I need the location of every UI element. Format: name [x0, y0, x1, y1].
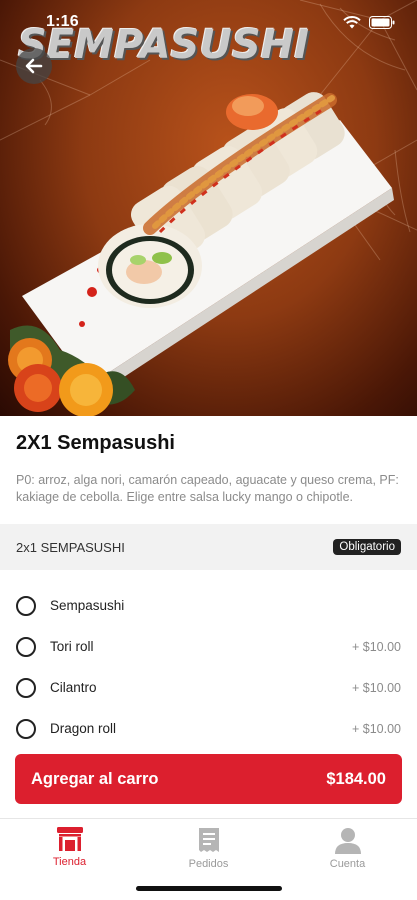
- hero-image: 1:16 SEMPASUSHI: [0, 0, 417, 416]
- receipt-icon: [198, 828, 219, 852]
- bottom-tab-bar: Tienda Pedidos Cuenta: [0, 826, 417, 878]
- option-sempasushi[interactable]: Sempasushi: [0, 585, 417, 626]
- divider: [0, 818, 417, 819]
- option-dragon-roll[interactable]: Dragon roll + $10.00: [0, 708, 417, 749]
- radio-button[interactable]: [16, 718, 36, 739]
- option-label: Tori roll: [50, 639, 94, 654]
- tab-label: Pedidos: [188, 858, 229, 870]
- required-badge: Obligatorio: [333, 539, 401, 555]
- back-button[interactable]: [16, 48, 52, 84]
- option-cilantro[interactable]: Cilantro + $10.00: [0, 667, 417, 708]
- radio-button[interactable]: [16, 677, 36, 698]
- option-list: Sempasushi Tori roll + $10.00 Cilantro +…: [0, 585, 417, 749]
- brand-logo-text: SEMPASUSHI: [18, 22, 309, 68]
- option-group-header: 2x1 SEMPASUSHI Obligatorio: [0, 524, 417, 570]
- option-tori-roll[interactable]: Tori roll + $10.00: [0, 626, 417, 667]
- battery-icon: [369, 15, 395, 29]
- option-price: + $10.00: [351, 639, 401, 654]
- tab-label: Tienda: [52, 856, 87, 868]
- user-icon: [334, 828, 361, 854]
- sushi-plate-image: [8, 92, 394, 416]
- tab-tienda[interactable]: Tienda: [0, 826, 139, 878]
- radio-button[interactable]: [16, 595, 36, 616]
- radio-button[interactable]: [16, 636, 36, 657]
- option-group-title: 2x1 SEMPASUSHI: [16, 539, 125, 555]
- option-label: Cilantro: [50, 680, 97, 695]
- tab-cuenta[interactable]: Cuenta: [278, 826, 417, 878]
- add-to-cart-label: Agregar al carro: [31, 769, 159, 788]
- arrow-left-icon: [25, 58, 43, 74]
- product-description: P0: arroz, alga nori, camarón capeado, a…: [16, 473, 399, 504]
- tab-label: Cuenta: [329, 858, 366, 870]
- cart-total-price: $184.00: [326, 769, 386, 788]
- option-price: + $10.00: [351, 680, 401, 695]
- add-to-cart-button[interactable]: Agregar al carro $184.00: [15, 754, 402, 804]
- option-label: Dragon roll: [50, 721, 117, 736]
- product-title: 2X1 Sempasushi: [16, 432, 175, 454]
- store-icon: [56, 827, 83, 851]
- wifi-icon: [343, 15, 361, 28]
- home-indicator: [136, 886, 282, 891]
- option-price: + $10.00: [351, 721, 401, 736]
- tab-pedidos[interactable]: Pedidos: [139, 826, 278, 878]
- option-label: Sempasushi: [50, 598, 125, 613]
